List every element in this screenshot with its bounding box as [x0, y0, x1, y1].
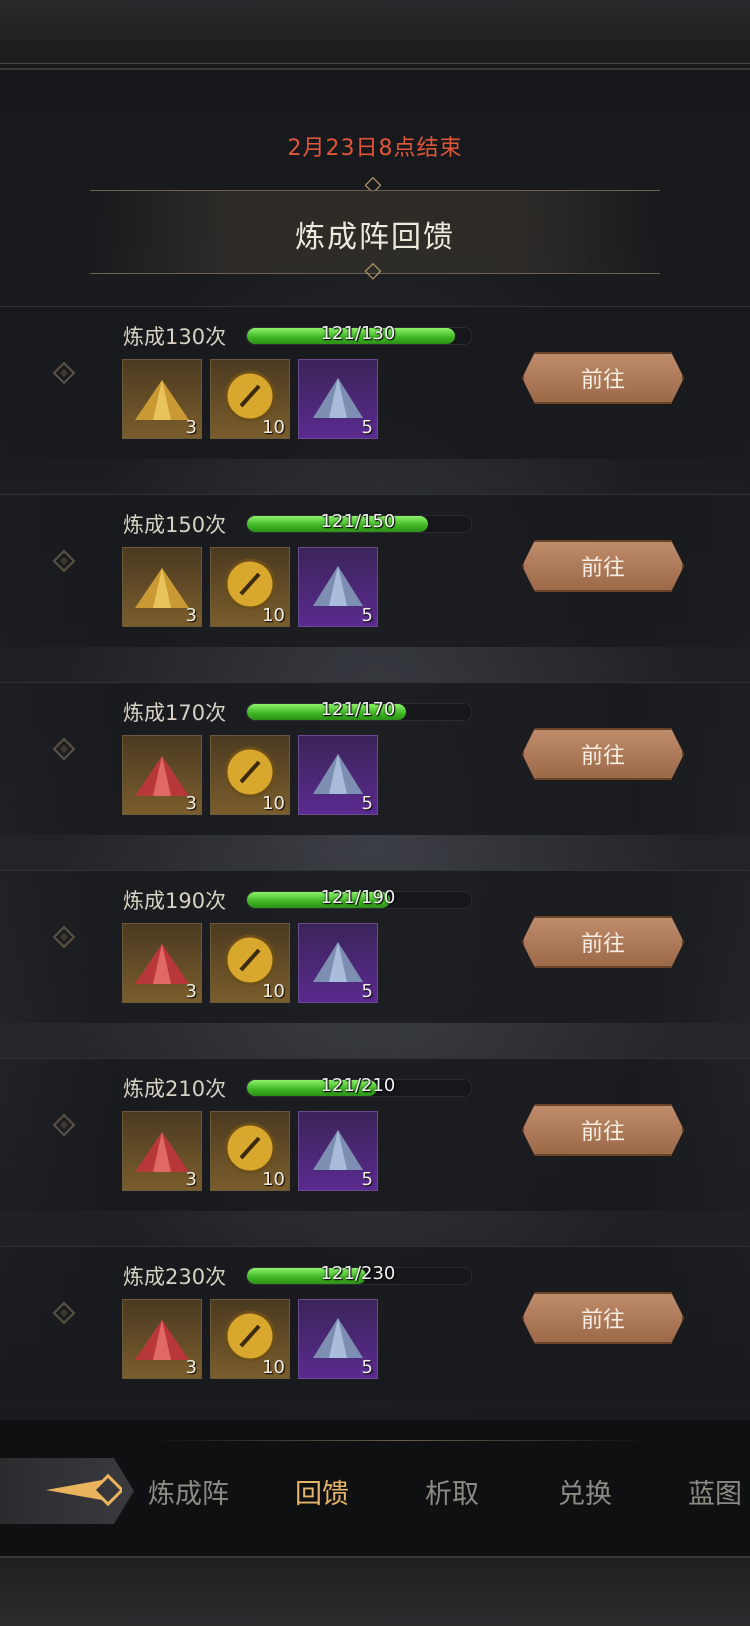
item-quantity: 5 [361, 605, 373, 626]
task-label: 炼成170次 [123, 701, 227, 725]
item-quantity: 3 [185, 605, 197, 626]
reward-item-eye-medal[interactable]: 10 [210, 923, 290, 1003]
reward-item-blue-crystal[interactable]: 5 [298, 547, 378, 627]
reward-item-red-crystal[interactable]: 3 [122, 735, 202, 815]
progress-text: 121/130 [320, 323, 396, 344]
task-label: 炼成150次 [123, 513, 227, 537]
bottom-tab-bar: 炼成阵 回馈 析取 兑换 蓝图 [0, 1420, 750, 1560]
reward-item-eye-medal[interactable]: 10 [210, 1299, 290, 1379]
reward-item-blue-crystal[interactable]: 5 [298, 735, 378, 815]
item-quantity: 10 [262, 1357, 285, 1378]
item-quantity: 5 [361, 417, 373, 438]
reward-item-eye-medal[interactable]: 10 [210, 1111, 290, 1191]
item-quantity: 3 [185, 1357, 197, 1378]
go-button[interactable]: 前往 [522, 1292, 684, 1344]
task-row: 炼成150次 121/150 3 10 5 前往 [0, 494, 750, 647]
item-quantity: 3 [185, 417, 197, 438]
diamond-marker-icon [52, 737, 76, 761]
item-quantity: 10 [262, 793, 285, 814]
progress-text: 121/230 [320, 1263, 396, 1284]
progress-text: 121/150 [320, 511, 396, 532]
reward-item-blue-crystal[interactable]: 5 [298, 1299, 378, 1379]
reward-item-blue-crystal[interactable]: 5 [298, 923, 378, 1003]
top-frame [0, 0, 750, 70]
event-end-time: 2月23日8点结束 [287, 136, 463, 161]
reward-item-red-crystal[interactable]: 3 [122, 923, 202, 1003]
task-label: 炼成130次 [123, 325, 227, 349]
reward-item-eye-medal[interactable]: 10 [210, 547, 290, 627]
task-label: 炼成190次 [123, 889, 227, 913]
banner-bottom-ornament-icon: ◇ [364, 258, 382, 283]
progress-text: 121/170 [320, 699, 396, 720]
go-button[interactable]: 前往 [522, 540, 684, 592]
go-button[interactable]: 前往 [522, 728, 684, 780]
item-quantity: 5 [361, 981, 373, 1002]
tab-alchemy-circle[interactable]: 炼成阵 [148, 1472, 229, 1511]
diamond-marker-icon [52, 1301, 76, 1325]
reward-item-blue-crystal[interactable]: 5 [298, 359, 378, 439]
reward-item-eye-medal[interactable]: 10 [210, 735, 290, 815]
reward-item-red-crystal[interactable]: 3 [122, 1299, 202, 1379]
diamond-marker-icon [52, 1113, 76, 1137]
task-row: 炼成210次 121/210 3 10 5 前往 [0, 1058, 750, 1211]
back-arrow-icon [46, 1473, 125, 1506]
diamond-marker-icon [52, 361, 76, 385]
progress-text: 121/190 [320, 887, 396, 908]
go-button[interactable]: 前往 [522, 916, 684, 968]
diamond-marker-icon [52, 925, 76, 949]
item-quantity: 10 [262, 605, 285, 626]
task-row: 炼成190次 121/190 3 10 5 前往 [0, 870, 750, 1023]
back-button[interactable] [0, 1458, 134, 1524]
reward-item-gold-crystal[interactable]: 3 [122, 359, 202, 439]
task-label: 炼成230次 [123, 1265, 227, 1289]
reward-item-blue-crystal[interactable]: 5 [298, 1111, 378, 1191]
task-row: 炼成230次 121/230 3 10 5 前往 [0, 1246, 750, 1399]
item-quantity: 5 [361, 1169, 373, 1190]
tab-feedback[interactable]: 回馈 [295, 1472, 349, 1511]
item-quantity: 10 [262, 981, 285, 1002]
page-title: 炼成阵回馈 [295, 220, 455, 255]
item-quantity: 10 [262, 417, 285, 438]
tab-exchange[interactable]: 兑换 [558, 1472, 612, 1511]
diamond-marker-icon [52, 549, 76, 573]
go-button[interactable]: 前往 [522, 352, 684, 404]
progress-text: 121/210 [320, 1075, 396, 1096]
task-label: 炼成210次 [123, 1077, 227, 1101]
tabbar-divider [150, 1440, 650, 1441]
go-button[interactable]: 前往 [522, 1104, 684, 1156]
reward-item-eye-medal[interactable]: 10 [210, 359, 290, 439]
item-quantity: 5 [361, 1357, 373, 1378]
item-quantity: 3 [185, 1169, 197, 1190]
task-row: 炼成130次 121/130 3 10 5 前往 [0, 306, 750, 459]
item-quantity: 10 [262, 1169, 285, 1190]
item-quantity: 3 [185, 981, 197, 1002]
item-quantity: 3 [185, 793, 197, 814]
item-quantity: 5 [361, 793, 373, 814]
tab-blueprint[interactable]: 蓝图 [688, 1472, 742, 1511]
task-row: 炼成170次 121/170 3 10 5 前往 [0, 682, 750, 835]
reward-item-gold-crystal[interactable]: 3 [122, 547, 202, 627]
bottom-frame [0, 1556, 750, 1626]
tab-extract[interactable]: 析取 [425, 1472, 479, 1511]
reward-item-red-crystal[interactable]: 3 [122, 1111, 202, 1191]
